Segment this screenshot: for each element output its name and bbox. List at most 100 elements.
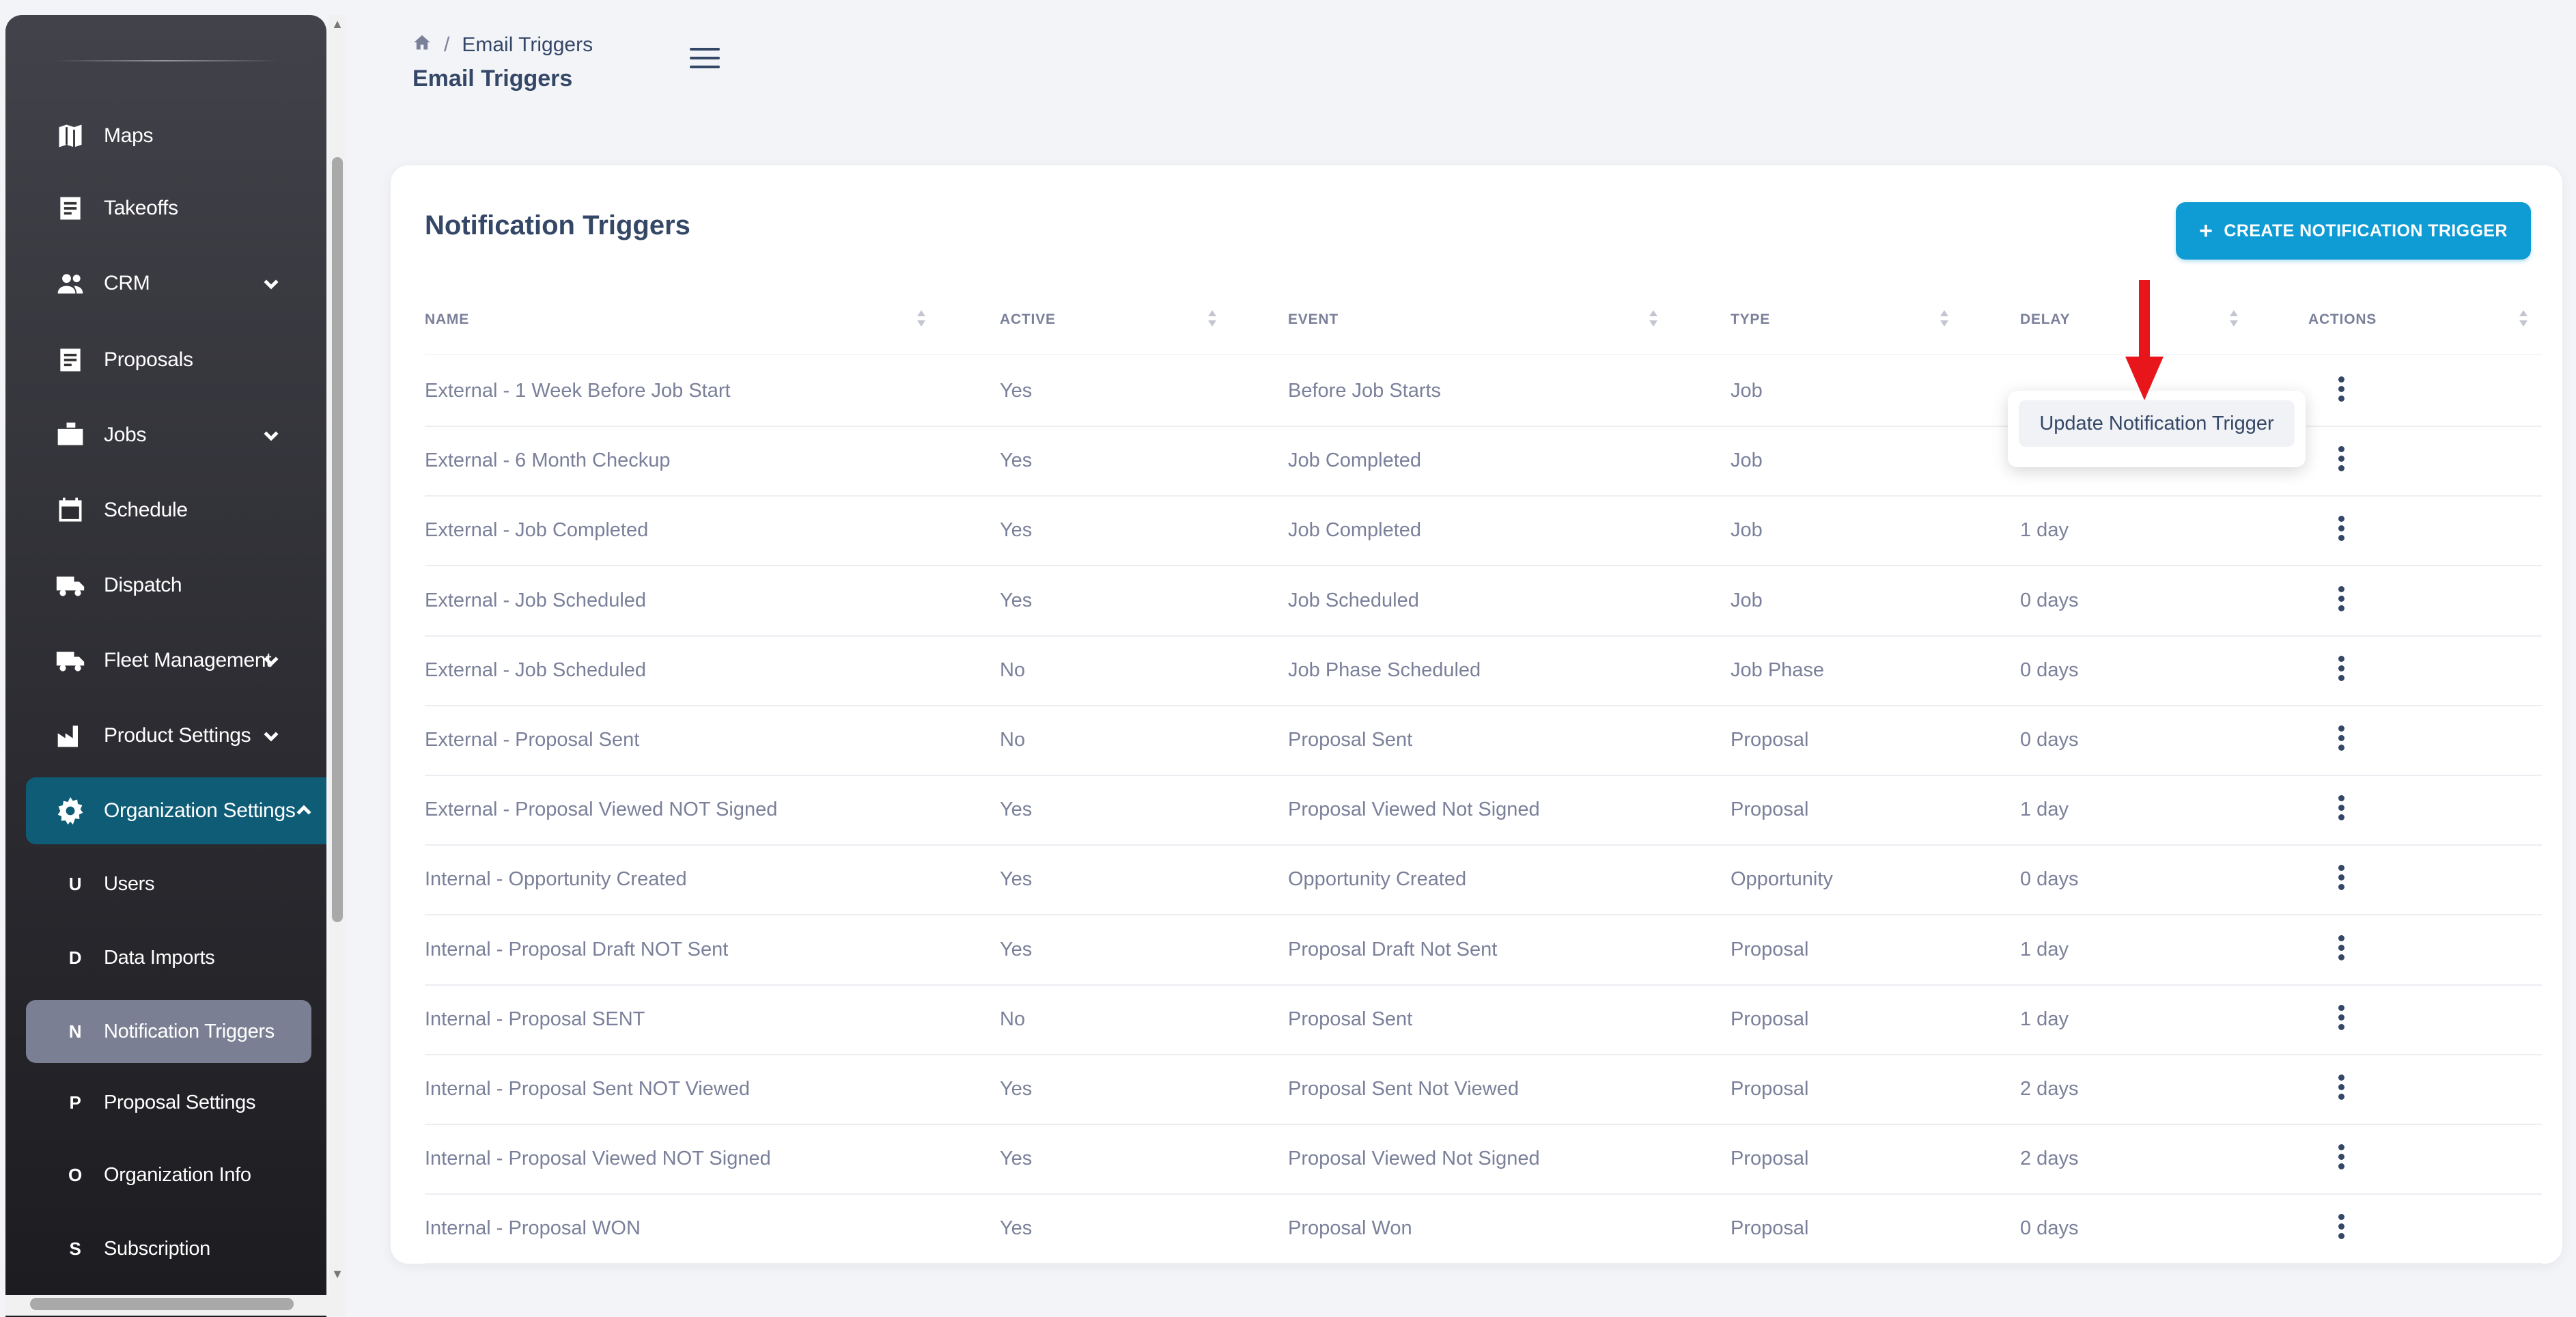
- sidebar-item-label: Proposals: [104, 348, 193, 371]
- breadcrumb-separator: /: [444, 33, 450, 56]
- cell-active: Yes: [1000, 1217, 1033, 1240]
- more-vertical-icon[interactable]: [2337, 1075, 2345, 1105]
- cell-delay: 2 days: [2020, 1148, 2079, 1170]
- sidebar-subitem-subscription[interactable]: S Subscription: [26, 1217, 311, 1280]
- cell-name: Internal - Opportunity Created: [425, 868, 687, 891]
- notification-triggers-card: Notification Triggers + CREATE NOTIFICAT…: [391, 165, 2562, 1265]
- sidebar-item-label: Dispatch: [104, 574, 182, 596]
- chevron-up-icon: [294, 801, 314, 821]
- cell-delay: 1 day: [2020, 1008, 2069, 1030]
- sidebar-item-label: Fleet Management: [104, 649, 272, 671]
- cell-event: Proposal Viewed Not Signed: [1288, 799, 1540, 821]
- hamburger-menu-icon[interactable]: [690, 48, 720, 72]
- cell-event: Job Phase Scheduled: [1288, 658, 1481, 681]
- table-row[interactable]: External - Job Scheduled No Job Phase Sche…: [425, 635, 2542, 706]
- cell-active: Yes: [1000, 868, 1033, 891]
- more-vertical-icon[interactable]: [2337, 585, 2345, 616]
- breadcrumb-current: Email Triggers: [462, 33, 593, 56]
- more-vertical-icon[interactable]: [2337, 1144, 2345, 1174]
- more-vertical-icon[interactable]: [2337, 795, 2345, 825]
- cell-type: Job: [1731, 449, 1763, 472]
- home-icon[interactable]: [412, 33, 432, 57]
- sidebar-subitem-proposal-settings[interactable]: P Proposal Settings: [26, 1071, 311, 1134]
- sidebar-subitem-organization-info[interactable]: O Organization Info: [26, 1143, 311, 1206]
- cell-active: Yes: [1000, 1148, 1033, 1170]
- sidebar-item-maps[interactable]: Maps: [26, 102, 313, 169]
- table-row[interactable]: Internal - Proposal Draft NOT Sent Yes Pro…: [425, 915, 2542, 986]
- sidebar-item-proposals[interactable]: Proposals: [26, 327, 313, 393]
- cell-type: Proposal: [1731, 1078, 1809, 1100]
- cell-name: Internal - Proposal Draft NOT Sent: [425, 938, 729, 960]
- more-vertical-icon[interactable]: [2337, 1214, 2345, 1244]
- sidebar-subitem-users[interactable]: U Users: [26, 852, 311, 915]
- sidebar-subitem-notification-triggers[interactable]: N Notification Triggers: [26, 1000, 311, 1063]
- sidebar-divider: [53, 60, 279, 61]
- table-row[interactable]: Internal - Proposal Sent NOT Viewed Yes Pr…: [425, 1054, 2542, 1125]
- table-row[interactable]: External - Job Completed Yes Job Completed…: [425, 495, 2542, 567]
- column-header-type[interactable]: TYPE: [1731, 311, 1770, 328]
- more-vertical-icon[interactable]: [2337, 516, 2345, 546]
- factory-icon: [55, 720, 86, 751]
- table-row[interactable]: External - Proposal Sent No Proposal Sent P…: [425, 705, 2542, 776]
- table-row[interactable]: Internal - Proposal Viewed NOT Signed Yes…: [425, 1124, 2542, 1195]
- sidebar-scrollbar-thumb[interactable]: [332, 157, 343, 922]
- sidebar-subitem-letter: O: [68, 1164, 82, 1185]
- cell-delay: 0 days: [2020, 729, 2079, 751]
- more-vertical-icon[interactable]: [2337, 865, 2345, 895]
- cell-type: Proposal: [1731, 1217, 1809, 1240]
- sidebar-item-label: Takeoffs: [104, 197, 178, 219]
- sort-icon[interactable]: [1649, 309, 1658, 328]
- sidebar-item-organization-settings[interactable]: Organization Settings: [26, 777, 326, 844]
- table-row[interactable]: Internal - Opportunity Created Yes Opportu…: [425, 844, 2542, 916]
- more-vertical-icon[interactable]: [2337, 376, 2345, 406]
- cell-name: External - Job Scheduled: [425, 658, 647, 681]
- cell-delay: 0 days: [2020, 589, 2079, 611]
- sidebar-item-dispatch[interactable]: Dispatch: [26, 552, 313, 619]
- sort-icon[interactable]: [2519, 309, 2528, 328]
- table-row[interactable]: Internal - Proposal SENT No Proposal Sent P…: [425, 984, 2542, 1055]
- scroll-up-arrow-icon[interactable]: ▲: [331, 18, 344, 30]
- table-row[interactable]: External - Proposal Viewed NOT Signed Yes…: [425, 775, 2542, 846]
- cell-type: Proposal: [1731, 1148, 1809, 1170]
- column-header-delay[interactable]: DELAY: [2020, 311, 2070, 328]
- sidebar-subitem-data-imports[interactable]: D Data Imports: [26, 926, 311, 989]
- table-row[interactable]: External - Job Scheduled Yes Job Scheduled…: [425, 566, 2542, 637]
- sidebar-item-product-settings[interactable]: Product Settings: [26, 702, 313, 769]
- column-header-event[interactable]: EVENT: [1288, 311, 1339, 328]
- cell-event: Proposal Sent: [1288, 729, 1413, 751]
- create-notification-trigger-button[interactable]: + CREATE NOTIFICATION TRIGGER: [2176, 202, 2531, 260]
- table-row[interactable]: Internal - Proposal WON Yes Proposal Won Pr…: [425, 1193, 2542, 1265]
- update-notification-trigger-menu-item[interactable]: Update Notification Trigger: [2019, 400, 2295, 447]
- sort-icon[interactable]: [1207, 309, 1217, 328]
- column-header-actions[interactable]: ACTIONS: [2308, 311, 2377, 328]
- more-vertical-icon[interactable]: [2337, 655, 2345, 686]
- cell-name: Internal - Proposal Sent NOT Viewed: [425, 1078, 751, 1100]
- cell-event: Opportunity Created: [1288, 868, 1467, 891]
- scroll-down-arrow-icon[interactable]: ▼: [331, 1268, 344, 1280]
- column-header-active[interactable]: ACTIVE: [1000, 311, 1056, 328]
- sidebar-item-fleet-management[interactable]: Fleet Management: [26, 627, 313, 694]
- more-vertical-icon[interactable]: [2337, 446, 2345, 476]
- cell-delay: 2 days: [2020, 1078, 2079, 1100]
- more-vertical-icon[interactable]: [2337, 934, 2345, 965]
- more-vertical-icon[interactable]: [2337, 1004, 2345, 1035]
- sidebar-item-takeoffs[interactable]: Takeoffs: [26, 175, 313, 242]
- sidebar-subitem-letter: P: [69, 1092, 81, 1113]
- sidebar-item-label: Jobs: [104, 424, 147, 446]
- sidebar-subitem-label: Proposal Settings: [104, 1091, 256, 1113]
- page-title: Email Triggers: [412, 66, 573, 92]
- sort-icon[interactable]: [1940, 309, 1949, 328]
- sidebar-item-crm[interactable]: CRM: [26, 250, 313, 317]
- horizontal-scrollbar-thumb[interactable]: [30, 1298, 294, 1310]
- sidebar-item-jobs[interactable]: Jobs: [26, 402, 313, 469]
- cell-name: External - 1 Week Before Job Start: [425, 380, 731, 402]
- column-header-name[interactable]: NAME: [425, 311, 469, 328]
- map-icon: [55, 120, 86, 152]
- more-vertical-icon[interactable]: [2337, 725, 2345, 755]
- sort-icon[interactable]: [2229, 309, 2239, 328]
- sidebar-item-schedule[interactable]: Schedule: [26, 477, 313, 544]
- cell-delay: 0 days: [2020, 658, 2079, 681]
- cell-active: Yes: [1000, 1078, 1033, 1100]
- cell-active: No: [1000, 658, 1026, 681]
- sort-icon[interactable]: [916, 309, 926, 328]
